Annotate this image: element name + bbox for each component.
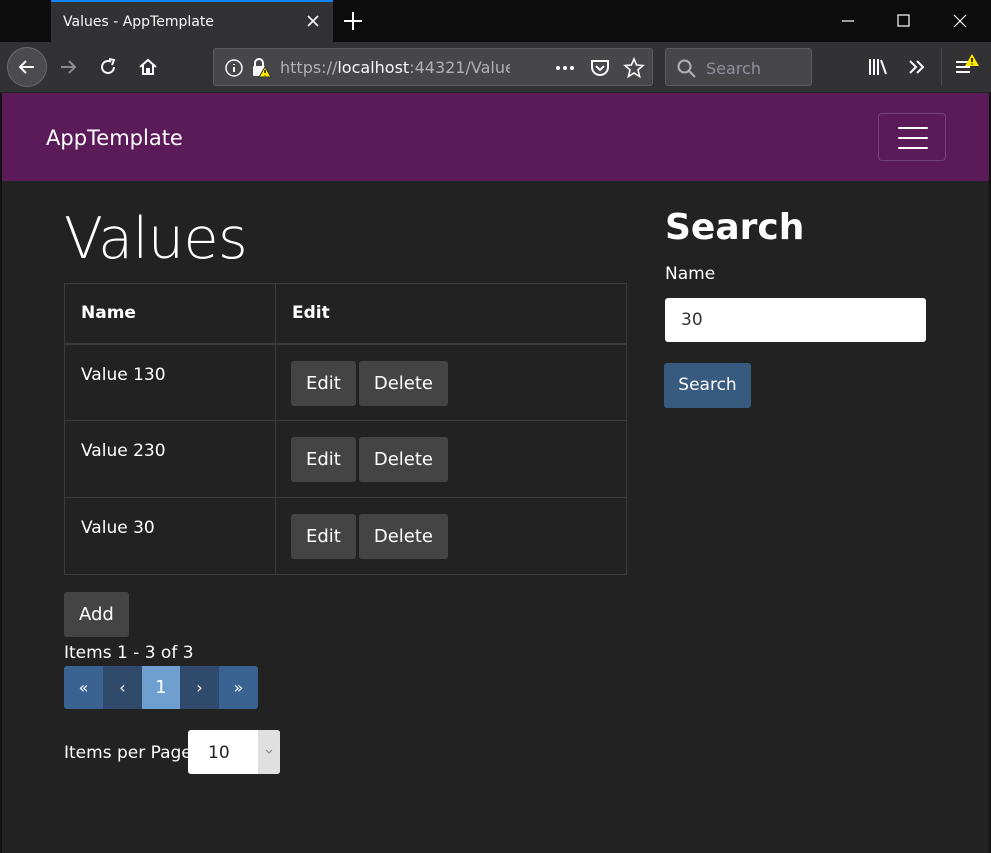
edit-button[interactable]: Edit (291, 437, 356, 482)
edit-button[interactable]: Edit (291, 514, 356, 559)
menu-button[interactable] (945, 47, 985, 87)
tab-title: Values - AppTemplate (63, 14, 214, 30)
toolbar-separator (941, 48, 942, 86)
app-brand[interactable]: AppTemplate (46, 126, 183, 150)
library-button[interactable] (858, 47, 898, 87)
forward-button[interactable] (48, 47, 88, 87)
delete-button[interactable]: Delete (358, 514, 449, 559)
info-icon[interactable] (224, 58, 244, 78)
pager-last-button[interactable]: » (219, 666, 258, 709)
row-name-cell: Value 130 (64, 343, 276, 421)
browser-toolbar: https://localhost:44321/Values Search (0, 42, 991, 92)
navbar-toggler-button[interactable] (878, 113, 946, 161)
library-icon (869, 59, 887, 75)
search-icon (677, 59, 696, 78)
delete-button[interactable]: Delete (358, 437, 449, 482)
toggler-line (898, 127, 928, 129)
search-panel-title: Search (665, 207, 805, 248)
back-button[interactable] (7, 47, 47, 87)
reload-button[interactable] (88, 47, 128, 87)
bookmark-star-icon[interactable] (623, 57, 645, 79)
search-button[interactable]: Search (664, 363, 751, 408)
url-host: localhost (337, 58, 410, 77)
pager-prev-button[interactable]: ‹ (103, 666, 142, 709)
back-arrow-icon (18, 60, 34, 74)
maximize-icon[interactable] (893, 10, 915, 32)
column-header-name: Name (64, 283, 276, 345)
items-per-page-select[interactable]: 10 (188, 730, 280, 774)
delete-button[interactable]: Delete (358, 360, 449, 406)
column-header-edit: Edit (275, 283, 627, 345)
toggler-line (898, 147, 928, 149)
overflow-button[interactable] (897, 47, 937, 87)
row-actions-cell: Edit Delete (275, 497, 627, 575)
browser-tab[interactable]: Values - AppTemplate (51, 0, 333, 42)
table-row: Value 130 Edit Delete (64, 343, 627, 421)
table-row: Value 30 Edit Delete (64, 497, 627, 575)
close-tab-icon[interactable] (303, 11, 323, 31)
table-header-row: Name Edit (64, 283, 627, 345)
search-name-input[interactable] (665, 298, 926, 342)
home-icon (139, 58, 157, 75)
toggler-line (898, 137, 928, 139)
items-per-page-label: Items per Page (64, 743, 192, 763)
pager-current-page[interactable]: 1 (142, 666, 180, 709)
add-button[interactable]: Add (64, 592, 129, 637)
url-scheme: https:// (280, 58, 338, 77)
close-window-icon[interactable] (949, 10, 971, 32)
new-tab-icon[interactable] (340, 8, 366, 34)
row-actions-cell: Edit Delete (275, 420, 627, 498)
hamburger-menu-icon (956, 54, 979, 73)
row-name-cell: Value 30 (64, 497, 276, 575)
double-chevron-right-icon (909, 60, 925, 74)
items-per-page-value: 10 (208, 743, 230, 763)
values-table: Name Edit Value 130 Edit Delete Value 230… (64, 283, 627, 575)
app-navbar: AppTemplate (2, 93, 989, 181)
pagination: « ‹ 1 › » (64, 666, 258, 709)
forward-arrow-icon (61, 60, 77, 74)
row-actions-cell: Edit Delete (275, 343, 627, 421)
chevron-down-icon (265, 749, 273, 754)
pager-first-button[interactable]: « (64, 666, 103, 709)
window-edge-left (0, 93, 2, 853)
pager-next-button[interactable]: › (180, 666, 219, 709)
browser-search-placeholder: Search (706, 59, 761, 78)
edit-button[interactable]: Edit (291, 360, 356, 406)
search-name-label: Name (665, 264, 716, 284)
home-button[interactable] (128, 47, 168, 87)
row-name-cell: Value 230 (64, 420, 276, 498)
url-path: :44321/Values (409, 58, 510, 77)
items-count-text: Items 1 - 3 of 3 (64, 643, 194, 663)
minimize-icon[interactable] (837, 10, 859, 32)
browser-titlebar: Values - AppTemplate (0, 0, 991, 42)
insecure-lock-icon[interactable] (250, 57, 272, 79)
page-title: Values (64, 206, 248, 272)
reload-icon (101, 58, 116, 74)
dropdown-arrow[interactable] (258, 730, 280, 774)
table-row: Value 230 Edit Delete (64, 420, 627, 498)
pocket-icon[interactable] (589, 57, 611, 79)
browser-search-bar[interactable]: Search (665, 48, 812, 86)
page-actions-icon[interactable] (554, 59, 576, 77)
url-text: https://localhost:44321/Values (280, 58, 510, 77)
url-bar[interactable]: https://localhost:44321/Values (213, 48, 653, 86)
